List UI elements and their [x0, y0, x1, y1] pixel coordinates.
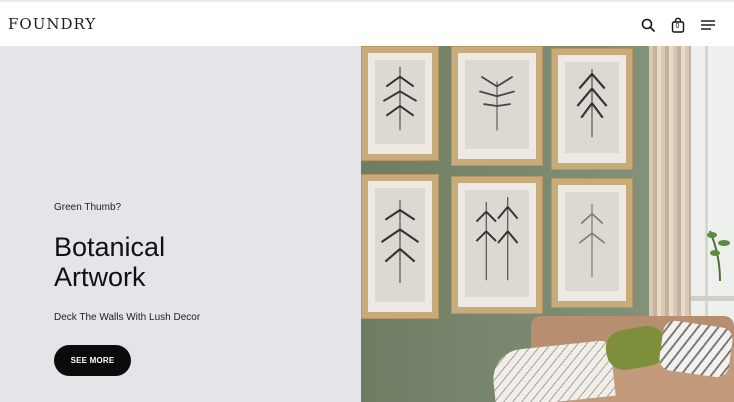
hero-title-line-1: Botanical [54, 232, 166, 262]
search-icon[interactable] [640, 17, 656, 33]
framed-print-2 [451, 46, 543, 166]
hero-title-line-2: Artwork [54, 262, 146, 292]
shopping-bag-icon[interactable]: 0 [670, 17, 686, 33]
hero-subtitle: Deck The Walls With Lush Decor [54, 312, 201, 323]
hero-image [361, 46, 734, 402]
framed-print-4 [361, 174, 439, 319]
framed-print-1 [361, 46, 439, 161]
header-icons: 0 [640, 17, 716, 33]
plant-icon [707, 230, 730, 281]
cart-count: 0 [675, 23, 680, 30]
see-more-button[interactable]: SEE MORE [54, 345, 131, 376]
framed-print-3 [551, 48, 633, 170]
patterned-pillow [657, 319, 734, 379]
logo[interactable]: FOUNDRY [8, 15, 96, 33]
hero-title: Botanical Artwork [54, 232, 165, 292]
site-header: FOUNDRY 0 [0, 0, 734, 46]
menu-icon[interactable] [700, 17, 716, 33]
hero-banner: Green Thumb? Botanical Artwork Deck The … [0, 46, 734, 402]
hero-eyebrow: Green Thumb? [54, 202, 122, 213]
framed-print-6 [551, 178, 633, 308]
framed-print-5 [451, 176, 543, 314]
hero-text-panel: Green Thumb? Botanical Artwork Deck The … [0, 46, 361, 402]
